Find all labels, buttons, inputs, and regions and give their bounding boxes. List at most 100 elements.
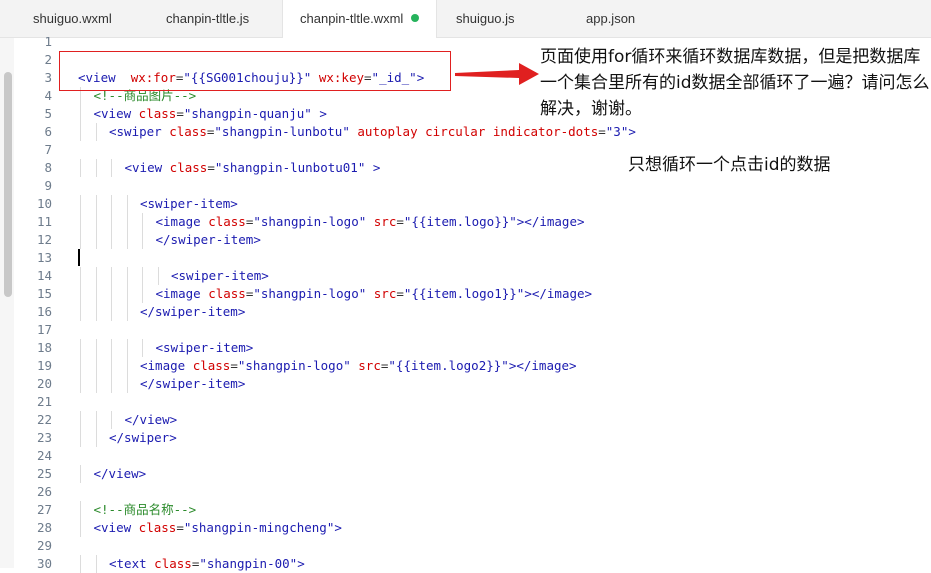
line-number: 1 bbox=[44, 34, 52, 49]
indent-guide bbox=[80, 213, 81, 231]
tab-label: chanpin-tltle.wxml bbox=[300, 11, 404, 26]
code-line[interactable]: 28 <view class="shangpin-mingcheng"> bbox=[0, 519, 931, 537]
code-line[interactable]: 15 <image class="shangpin-logo" src="{{it… bbox=[0, 285, 931, 303]
indent-guide bbox=[95, 411, 97, 429]
code-line[interactable]: 6 <swiper class="shangpin-lunbotu" autopl… bbox=[0, 123, 931, 141]
tab-label: shuiguo.js bbox=[456, 11, 515, 26]
line-number: 2 bbox=[44, 52, 52, 67]
code-text: </swiper-item> bbox=[155, 232, 261, 247]
text-cursor bbox=[78, 249, 80, 266]
line-number: 11 bbox=[36, 214, 52, 229]
indent-guide bbox=[142, 213, 143, 231]
code-line[interactable]: 11 <image class="shangpin-logo" src="{{it… bbox=[0, 213, 931, 231]
indent-guide bbox=[111, 303, 112, 321]
code-line[interactable]: 18 <swiper-item> bbox=[0, 339, 931, 357]
indent-guide bbox=[126, 357, 128, 375]
line-number: 6 bbox=[44, 124, 52, 139]
indent-guide bbox=[126, 375, 128, 393]
indent-guide bbox=[80, 123, 81, 141]
line-number: 23 bbox=[36, 430, 52, 445]
indent-guide bbox=[80, 429, 81, 447]
code-line[interactable]: 14 <swiper-item> bbox=[0, 267, 931, 285]
indent-guide bbox=[111, 357, 112, 375]
indent-guide bbox=[111, 195, 112, 213]
code-line[interactable]: 29 bbox=[0, 537, 931, 555]
indent-guide bbox=[111, 213, 112, 231]
line-number: 20 bbox=[36, 376, 52, 391]
indent-guide bbox=[157, 267, 159, 285]
code-line[interactable]: 16 </swiper-item> bbox=[0, 303, 931, 321]
requirement-note: 只想循环一个点击id的数据 bbox=[628, 155, 831, 175]
indent-guide bbox=[80, 285, 81, 303]
code-line[interactable]: 10 <swiper-item> bbox=[0, 195, 931, 213]
indent-guide bbox=[80, 519, 81, 537]
indent-guide bbox=[80, 375, 81, 393]
line-number: 19 bbox=[36, 358, 52, 373]
line-number: 12 bbox=[36, 232, 52, 247]
code-line[interactable]: 9 bbox=[0, 177, 931, 195]
code-line[interactable]: 27 <!--商品名称--> bbox=[0, 501, 931, 519]
indent-guide bbox=[142, 339, 143, 357]
code-text: </view> bbox=[124, 412, 178, 427]
tab-chanpin-tltle-js[interactable]: chanpin-tltle.js bbox=[166, 0, 249, 37]
indent-guide bbox=[80, 195, 81, 213]
code-text: </swiper-item> bbox=[140, 304, 246, 319]
line-number: 9 bbox=[44, 178, 52, 193]
line-number: 17 bbox=[36, 322, 52, 337]
question-note: 页面使用for循环来循环数据库数据，但是把数据库一个集合里所有的id数据全部循环… bbox=[540, 47, 930, 119]
indent-guide bbox=[95, 267, 97, 285]
code-text: <text class="shangpin-00"> bbox=[109, 556, 305, 571]
indent-guide bbox=[95, 285, 97, 303]
code-line[interactable]: 13 bbox=[0, 249, 931, 267]
code-line[interactable]: 25 </view> bbox=[0, 465, 931, 483]
line-number: 24 bbox=[36, 448, 52, 463]
code-line[interactable]: 20 </swiper-item> bbox=[0, 375, 931, 393]
tab-app-json[interactable]: app.json bbox=[586, 0, 635, 37]
line-number: 10 bbox=[36, 196, 52, 211]
code-text: <swiper-item> bbox=[140, 196, 238, 211]
code-line[interactable]: 17 bbox=[0, 321, 931, 339]
indent-guide bbox=[95, 357, 97, 375]
line-number: 4 bbox=[44, 88, 52, 103]
indent-guide bbox=[95, 123, 97, 141]
tab-label: app.json bbox=[586, 11, 636, 26]
code-text: </swiper-item> bbox=[140, 376, 246, 391]
highlight-box bbox=[59, 51, 451, 91]
code-line[interactable]: 21 bbox=[0, 393, 931, 411]
indent-guide bbox=[126, 213, 128, 231]
code-line[interactable]: 24 bbox=[0, 447, 931, 465]
indent-guide bbox=[142, 231, 143, 249]
code-text: <image class="shangpin-logo" src="{{item… bbox=[155, 286, 593, 301]
tab-shuiguo-js[interactable]: shuiguo.js bbox=[456, 0, 515, 37]
code-text: <view class="shangpin-mingcheng"> bbox=[93, 520, 342, 535]
code-line[interactable]: 23 </swiper> bbox=[0, 429, 931, 447]
indent-guide bbox=[80, 465, 81, 483]
indent-guide bbox=[80, 339, 81, 357]
indent-guide bbox=[111, 231, 112, 249]
indent-guide bbox=[95, 159, 97, 177]
code-line[interactable]: 26 bbox=[0, 483, 931, 501]
indent-guide bbox=[80, 105, 81, 123]
arrow-icon bbox=[455, 63, 539, 85]
indent-guide bbox=[95, 555, 97, 573]
indent-guide bbox=[95, 303, 97, 321]
indent-guide bbox=[126, 303, 128, 321]
line-number: 21 bbox=[36, 394, 52, 409]
code-line[interactable]: 22 </view> bbox=[0, 411, 931, 429]
code-line[interactable]: 19 <image class="shangpin-logo" src="{{it… bbox=[0, 357, 931, 375]
indent-guide bbox=[111, 375, 112, 393]
code-line[interactable]: 12 </swiper-item> bbox=[0, 231, 931, 249]
indent-guide bbox=[80, 357, 81, 375]
code-text: <view class="shangpin-lunbotu01" > bbox=[124, 160, 381, 175]
line-number: 3 bbox=[44, 70, 52, 85]
line-number: 5 bbox=[44, 106, 52, 121]
code-line[interactable]: 30 <text class="shangpin-00"> bbox=[0, 555, 931, 573]
line-number: 7 bbox=[44, 142, 52, 157]
unsaved-dot-icon bbox=[411, 14, 420, 22]
indent-guide bbox=[95, 339, 97, 357]
line-number: 30 bbox=[36, 556, 52, 571]
tab-shuiguo-wxml[interactable]: shuiguo.wxml bbox=[33, 0, 112, 37]
indent-guide bbox=[80, 267, 81, 285]
indent-guide bbox=[95, 213, 97, 231]
indent-guide bbox=[111, 159, 112, 177]
